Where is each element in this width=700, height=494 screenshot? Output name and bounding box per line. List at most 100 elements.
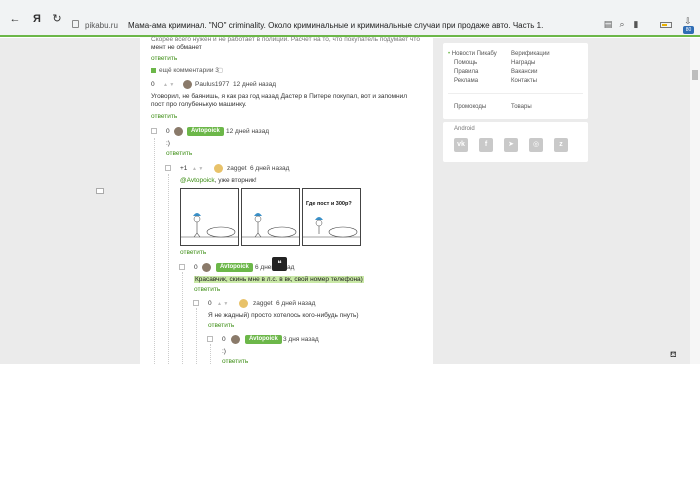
vote-arrows-icon[interactable]: ▲ ▼: [163, 82, 174, 88]
browser-toolbar: ← Я ↻ pikabu.ru Мама-ама криминал. "NO" …: [0, 0, 700, 37]
zen-icon[interactable]: z: [554, 138, 568, 152]
comments-column: Скорее всего нужен и не работает в полиц…: [140, 36, 433, 365]
comment-text: мент не обманет: [151, 44, 202, 51]
comic-drawing: [181, 213, 238, 238]
comic-drawing: [303, 217, 360, 238]
reply-link[interactable]: ответить: [166, 150, 192, 158]
more-comments-icon[interactable]: ▢: [217, 67, 223, 75]
avatar[interactable]: [239, 299, 248, 308]
footer-link[interactable]: Реклама: [454, 78, 478, 84]
comment-time: 6 дней назад: [276, 300, 316, 307]
comic-drawing: [242, 213, 299, 238]
footer-link[interactable]: Награды: [511, 60, 535, 66]
comment-text: @Avtopoick, уже вторник!: [180, 177, 257, 185]
page-title[interactable]: Мама-ама криминал. "NO" criminality. Око…: [128, 21, 543, 30]
collapse-toggle[interactable]: [193, 300, 199, 306]
comment-score: 0: [194, 264, 198, 271]
reply-link[interactable]: ответить: [208, 322, 234, 330]
comment-text: пост про голубенькую машинку.: [151, 101, 247, 108]
reader-icon[interactable]: ▤: [603, 19, 613, 29]
comment-time: 3 дня назад: [283, 336, 319, 343]
collapse-toggle[interactable]: [207, 336, 213, 342]
paint-bucket-icon[interactable]: ⛾: [670, 350, 677, 360]
scrollbar-thumb[interactable]: [692, 70, 698, 80]
footer-link[interactable]: Верификации: [511, 51, 550, 57]
reload-icon[interactable]: ↻: [50, 12, 64, 26]
author-badge[interactable]: Avtopoick: [245, 335, 282, 344]
yandex-logo-icon[interactable]: Я: [30, 12, 44, 26]
telegram-icon[interactable]: ➤: [504, 138, 518, 152]
download-icon[interactable]: ⇩: [683, 16, 693, 26]
avatar[interactable]: [174, 127, 183, 136]
footer-link-promo[interactable]: Промокоды: [454, 104, 486, 110]
comment-author[interactable]: zagget: [227, 165, 247, 172]
back-icon[interactable]: ←: [8, 12, 22, 26]
footer-link[interactable]: Помощь: [454, 60, 477, 66]
mention-link[interactable]: @Avtopoick: [180, 177, 215, 184]
comment-time: 12 дней назад: [226, 128, 269, 135]
comment-text: Красавчик, скинь мне в л.с. в вк, свой н…: [194, 276, 364, 284]
comment-score: 0: [151, 81, 155, 88]
comment-score: 0: [208, 300, 212, 307]
vote-arrows-icon[interactable]: ▲ ▼: [217, 301, 228, 307]
side-tab-icon[interactable]: [96, 188, 104, 194]
more-comments-link[interactable]: ещё комментарии 3: [159, 67, 219, 75]
thread-line: [182, 272, 183, 364]
facebook-icon[interactable]: f: [479, 138, 493, 152]
divider: [448, 93, 583, 94]
extension-badge[interactable]: 80: [683, 26, 694, 34]
comment-text: :): [166, 140, 170, 147]
comment-text: Уговорил, не баянишь, я как раз год наза…: [151, 93, 408, 100]
search-icon[interactable]: ⌕: [617, 19, 627, 29]
avatar[interactable]: [183, 80, 192, 89]
footer-links-card: • Новости Пикабу Помощь Правила Реклама …: [443, 43, 588, 119]
avatar[interactable]: [231, 335, 240, 344]
collapse-toggle[interactable]: [165, 165, 171, 171]
comment-score: 0: [222, 336, 226, 343]
collapse-toggle[interactable]: [179, 264, 185, 270]
expand-icon[interactable]: [151, 68, 156, 73]
comment-time: 12 дней назад: [233, 81, 276, 88]
comment-score: +1: [180, 165, 188, 172]
footer-link[interactable]: Правила: [454, 69, 478, 75]
vote-arrows-icon[interactable]: ▲ ▼: [192, 166, 203, 172]
footer-link-goods[interactable]: Товары: [511, 104, 532, 110]
avatar[interactable]: [214, 164, 223, 173]
collapse-toggle[interactable]: [151, 128, 157, 134]
footer-link[interactable]: Вакансии: [511, 69, 537, 75]
url-host[interactable]: pikabu.ru: [85, 21, 118, 30]
footer-link[interactable]: Контакты: [511, 78, 537, 84]
reply-link[interactable]: ответить: [194, 286, 220, 294]
reply-link[interactable]: ответить: [151, 55, 177, 63]
comment-author[interactable]: zagget: [253, 300, 273, 307]
comic-panel-3[interactable]: Где пост и 300р?: [302, 188, 361, 246]
comment-time: 6 дней назад: [250, 165, 290, 172]
scrollbar[interactable]: [690, 38, 700, 394]
comment-text: Я не жадный) просто хотелось кого-нибудь…: [208, 312, 359, 319]
vk-icon[interactable]: vk: [454, 138, 468, 152]
reply-link[interactable]: ответить: [151, 113, 177, 121]
thread-line: [154, 138, 155, 364]
comment-text: :): [222, 348, 226, 355]
blank-area: [0, 364, 700, 494]
footer-link[interactable]: • Новости Пикабу: [448, 51, 497, 57]
bookmark-icon[interactable]: ▮: [631, 19, 641, 29]
reply-link[interactable]: ответить: [180, 249, 206, 257]
quote-tooltip-icon[interactable]: ❝: [272, 257, 287, 271]
thread-line: [210, 344, 211, 364]
comic-panel-1[interactable]: [180, 188, 239, 246]
author-badge[interactable]: Avtopoick: [216, 263, 253, 272]
android-label[interactable]: Android: [454, 126, 475, 132]
instagram-icon[interactable]: ◎: [529, 138, 543, 152]
page-background: Скорее всего нужен и не работает в полиц…: [0, 36, 700, 365]
thread-line: [196, 308, 197, 364]
author-badge[interactable]: Avtopoick: [187, 127, 224, 136]
comment-text: Скорее всего нужен и не работает в полиц…: [151, 36, 420, 43]
battery-icon: [660, 22, 672, 28]
avatar[interactable]: [202, 263, 211, 272]
comic-panel-2[interactable]: [241, 188, 300, 246]
highlighted-text: Красавчик, скинь мне в л.с. в вк, свой н…: [194, 276, 364, 283]
comment-author[interactable]: Paulus1977: [195, 81, 229, 88]
comment-text-rest: , уже вторник!: [214, 177, 257, 184]
lock-icon: [72, 20, 79, 28]
